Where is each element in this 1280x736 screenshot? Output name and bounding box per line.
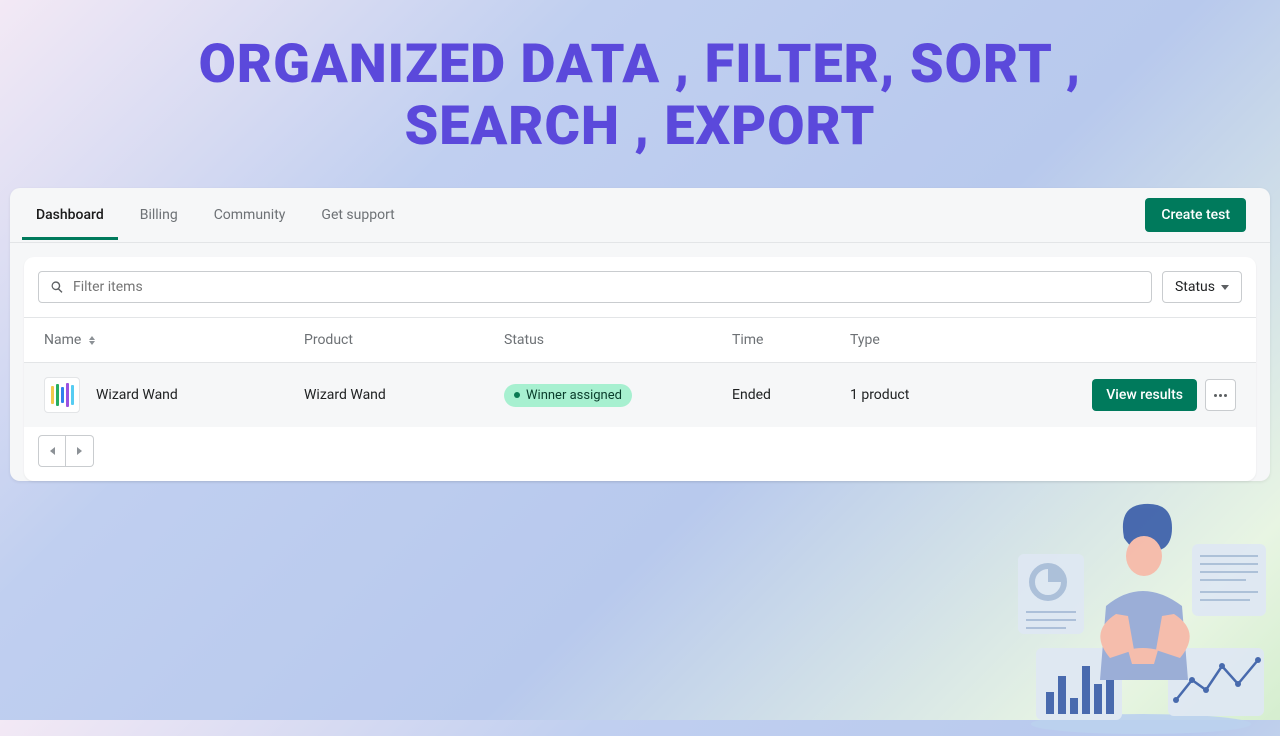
- cell-status: Winner assigned: [498, 370, 726, 421]
- more-icon: [1214, 394, 1227, 397]
- cell-product: Wizard Wand: [298, 373, 498, 417]
- cell-time: Ended: [726, 373, 844, 417]
- col-type[interactable]: Type: [844, 318, 984, 362]
- hero-line2: SEARCH , EXPORT: [405, 95, 876, 158]
- status-badge: Winner assigned: [504, 384, 632, 407]
- tabbar: Dashboard Billing Community Get support …: [10, 188, 1270, 243]
- cell-actions: View results: [984, 365, 1242, 425]
- hero-line1: ORGANIZED DATA , FILTER, SORT ,: [199, 33, 1082, 96]
- prev-page-button[interactable]: [38, 435, 66, 467]
- status-dropdown[interactable]: Status: [1162, 271, 1242, 303]
- illustration-person-charts: [1006, 466, 1276, 736]
- col-status[interactable]: Status: [498, 318, 726, 362]
- chevron-left-icon: [50, 447, 55, 455]
- table-header: Name Product Status Time Type: [24, 317, 1256, 363]
- search-box[interactable]: [38, 271, 1152, 303]
- status-badge-text: Winner assigned: [526, 388, 622, 403]
- next-page-button[interactable]: [66, 435, 94, 467]
- create-test-button[interactable]: Create test: [1145, 198, 1246, 232]
- tab-support[interactable]: Get support: [307, 191, 408, 240]
- col-name[interactable]: Name: [38, 318, 298, 362]
- product-thumb: [44, 377, 80, 413]
- cell-name: Wizard Wand: [38, 363, 298, 427]
- hero-title: ORGANIZED DATA , FILTER, SORT , SEARCH ,…: [0, 0, 1280, 158]
- view-results-button[interactable]: View results: [1092, 379, 1197, 411]
- table-row[interactable]: Wizard Wand Wizard Wand Winner assigned …: [24, 363, 1256, 427]
- status-dot-icon: [514, 392, 520, 398]
- tab-dashboard[interactable]: Dashboard: [22, 191, 118, 240]
- tab-community[interactable]: Community: [200, 191, 300, 240]
- more-actions-button[interactable]: [1205, 379, 1236, 411]
- cell-name-text: Wizard Wand: [96, 387, 178, 403]
- col-name-label: Name: [44, 332, 81, 348]
- search-input[interactable]: [73, 279, 1141, 295]
- status-dropdown-label: Status: [1175, 279, 1215, 295]
- col-time[interactable]: Time: [726, 318, 844, 362]
- chevron-right-icon: [77, 447, 82, 455]
- data-card: Status Name Product Status Time Type: [24, 257, 1256, 481]
- col-product[interactable]: Product: [298, 318, 498, 362]
- sort-icon: [89, 336, 95, 345]
- search-icon: [49, 279, 65, 295]
- tab-billing[interactable]: Billing: [126, 191, 192, 240]
- app-panel: Dashboard Billing Community Get support …: [10, 188, 1270, 481]
- tabs: Dashboard Billing Community Get support: [22, 191, 409, 240]
- chevron-down-icon: [1221, 285, 1229, 290]
- filter-bar: Status: [24, 257, 1256, 317]
- cell-type: 1 product: [844, 373, 984, 417]
